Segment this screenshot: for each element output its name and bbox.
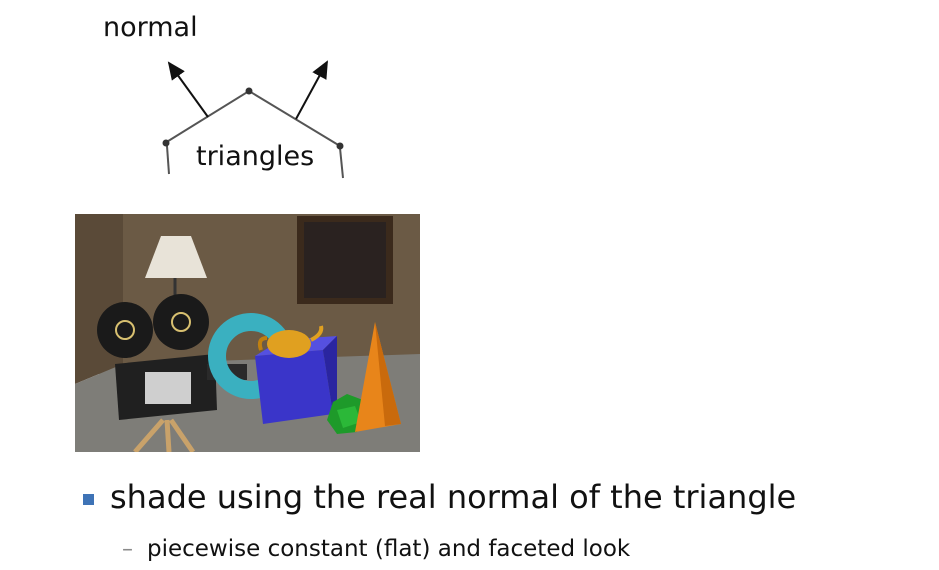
sub-bullet-dash: – (122, 536, 133, 562)
triangles-label: triangles (196, 141, 315, 172)
reel-left (97, 302, 153, 358)
flat-shaded-render-image (75, 214, 420, 452)
sub-bullet-item: – piecewise constant (flat) and faceted … (122, 536, 630, 562)
normal-label: normal (103, 12, 198, 43)
bullet-text: shade using the real normal of the trian… (110, 478, 797, 516)
bullet-marker (83, 493, 94, 505)
teapot (267, 330, 311, 358)
bullet-item: shade using the real normal of the trian… (83, 478, 796, 516)
left-wall (75, 214, 123, 384)
cube (255, 350, 333, 424)
sub-bullet-text: piecewise constant (flat) and faceted lo… (147, 536, 631, 562)
normal-arrow-right (295, 60, 328, 120)
normal-arrow-left (167, 61, 209, 118)
reel-right (153, 294, 209, 350)
